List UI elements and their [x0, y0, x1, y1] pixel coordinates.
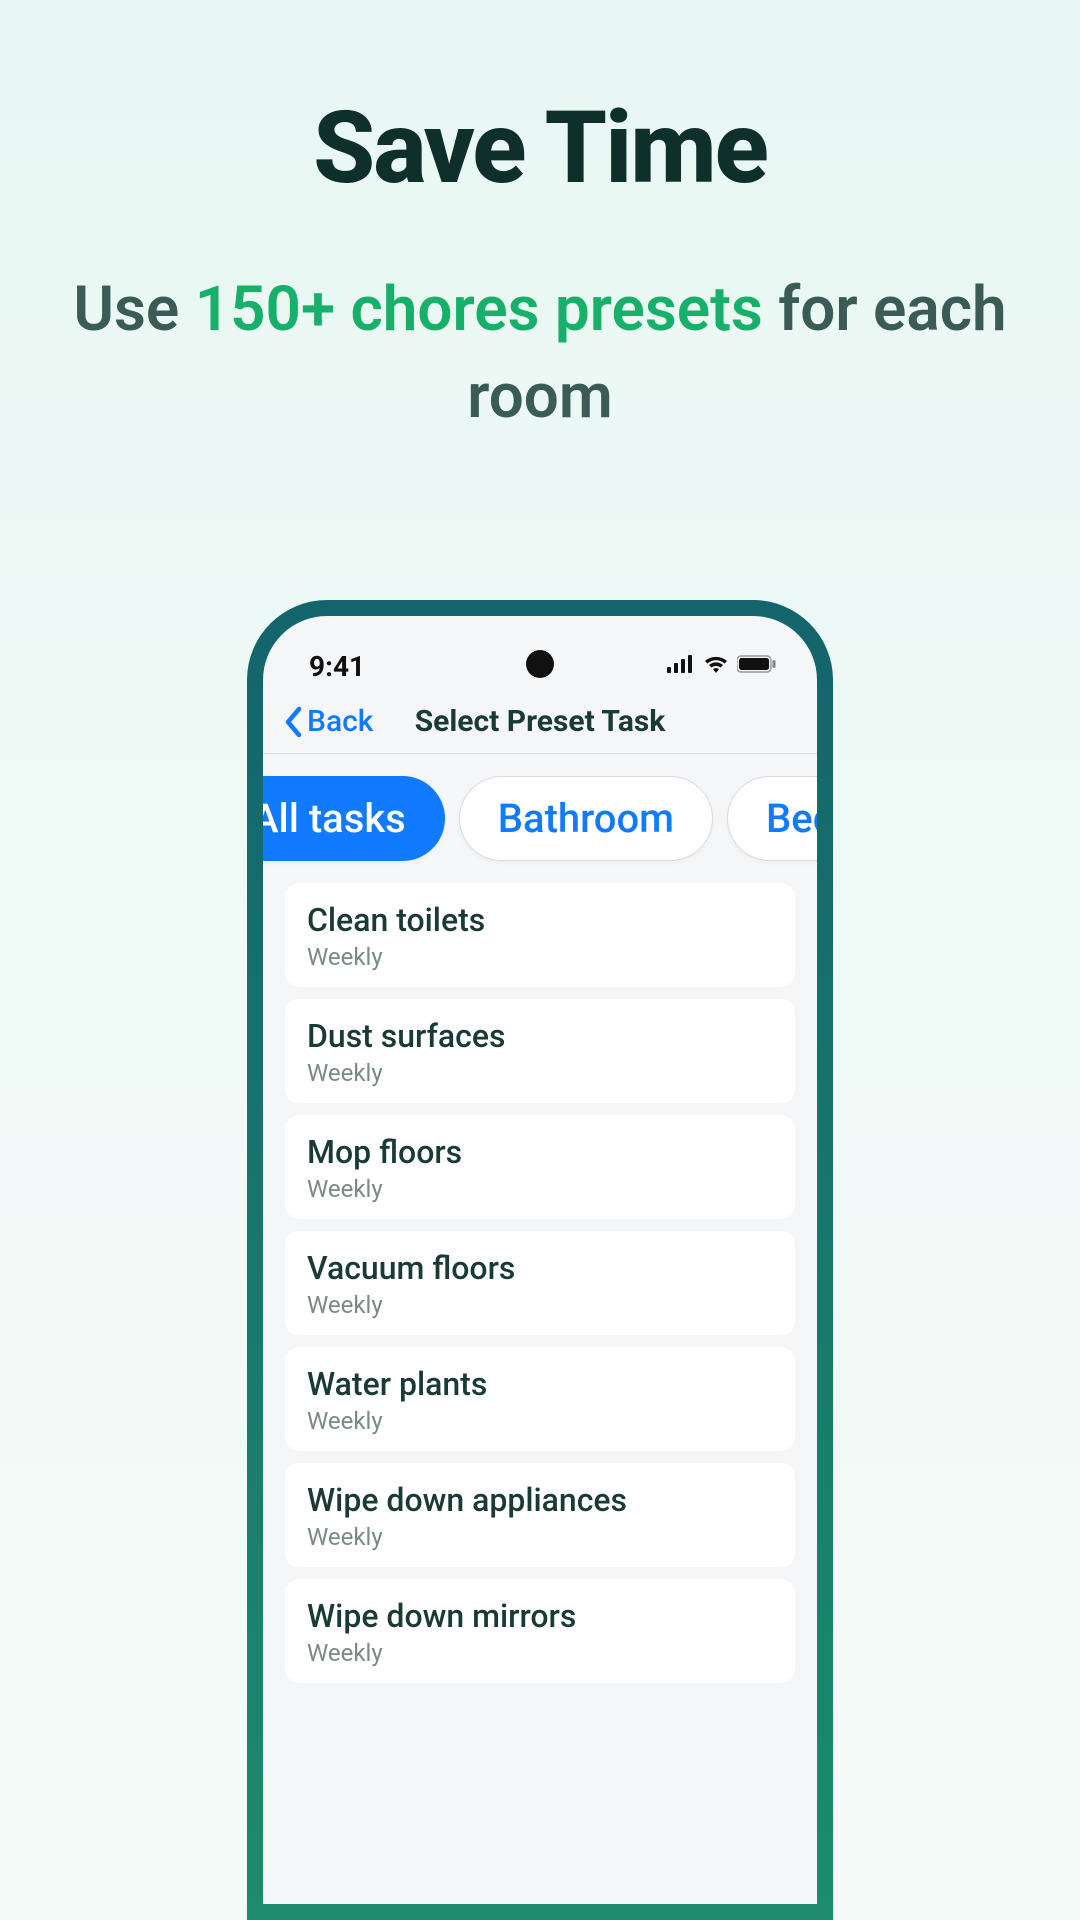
task-row[interactable]: Clean toilets Weekly: [285, 883, 795, 987]
task-list: Clean toilets Weekly Dust surfaces Weekl…: [263, 883, 817, 1683]
chip-bedroom[interactable]: Bedroom: [727, 776, 817, 861]
subheadline: Use 150+ chores presets for each room: [0, 267, 1080, 441]
wifi-icon: [703, 655, 729, 677]
nav-title: Select Preset Task: [415, 704, 666, 739]
task-title: Wipe down mirrors: [307, 1597, 773, 1635]
task-title: Clean toilets: [307, 901, 773, 939]
phone-screen: 9:41 Back Select Preset Task All t: [263, 616, 817, 1904]
chip-all-tasks[interactable]: All tasks: [263, 776, 445, 861]
headline-title: Save Time: [0, 90, 1080, 207]
task-row[interactable]: Vacuum floors Weekly: [285, 1231, 795, 1335]
task-frequency: Weekly: [307, 1175, 773, 1203]
task-row[interactable]: Wipe down mirrors Weekly: [285, 1579, 795, 1683]
chip-bathroom[interactable]: Bathroom: [459, 776, 713, 861]
task-frequency: Weekly: [307, 943, 773, 971]
camera-notch: [526, 650, 554, 678]
battery-icon: [737, 655, 777, 677]
back-button[interactable]: Back: [283, 704, 373, 739]
subhead-prefix: Use: [73, 273, 194, 346]
task-title: Wipe down appliances: [307, 1481, 773, 1519]
task-frequency: Weekly: [307, 1291, 773, 1319]
task-row[interactable]: Water plants Weekly: [285, 1347, 795, 1451]
task-frequency: Weekly: [307, 1407, 773, 1435]
signal-icon: [667, 655, 695, 677]
status-icons: [667, 655, 777, 677]
task-title: Water plants: [307, 1365, 773, 1403]
task-title: Vacuum floors: [307, 1249, 773, 1287]
task-row[interactable]: Wipe down appliances Weekly: [285, 1463, 795, 1567]
task-title: Mop floors: [307, 1133, 773, 1171]
status-time: 9:41: [309, 650, 365, 683]
filter-chips: All tasks Bathroom Bedroom: [263, 754, 817, 883]
headline: Save Time: [0, 0, 1080, 207]
task-row[interactable]: Dust surfaces Weekly: [285, 999, 795, 1103]
phone-frame: 9:41 Back Select Preset Task All t: [247, 600, 833, 1920]
nav-bar: Back Select Preset Task: [263, 686, 817, 754]
chevron-left-icon: [283, 706, 303, 738]
task-frequency: Weekly: [307, 1523, 773, 1551]
back-label: Back: [307, 704, 373, 739]
task-row[interactable]: Mop floors Weekly: [285, 1115, 795, 1219]
task-frequency: Weekly: [307, 1639, 773, 1667]
task-frequency: Weekly: [307, 1059, 773, 1087]
subhead-accent: 150+ chores presets: [195, 273, 763, 346]
task-title: Dust surfaces: [307, 1017, 773, 1055]
